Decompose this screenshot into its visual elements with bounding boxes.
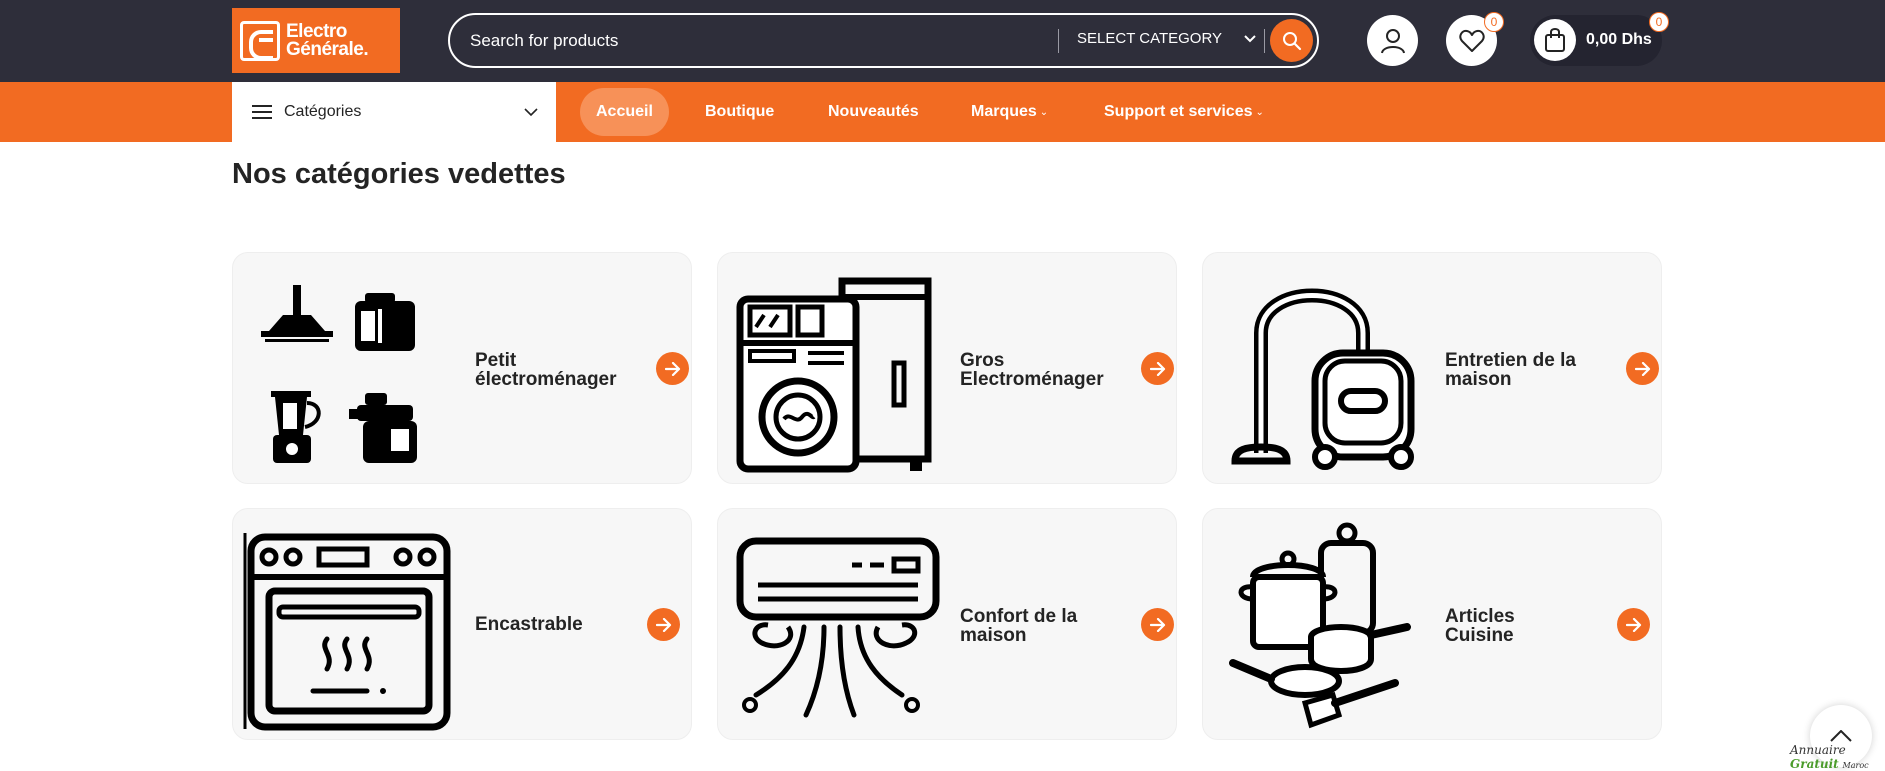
logo-mark-icon xyxy=(240,20,280,61)
top-header: Electro Générale. SELECT CATEGORY 0 0,00… xyxy=(0,0,1885,82)
nav-item-label: Marques xyxy=(971,103,1037,120)
chevron-up-icon xyxy=(1830,730,1852,742)
category-name-line: électroménager xyxy=(475,369,617,390)
category-name: Encastrable xyxy=(475,615,645,634)
nav-item-accueil[interactable]: Accueil xyxy=(580,88,669,136)
category-name: Entretien de la maison xyxy=(1445,351,1615,389)
hamburger-menu-icon xyxy=(252,105,272,119)
nav-item-label: Nouveautés xyxy=(828,103,919,120)
nav-item-label: Boutique xyxy=(705,103,775,120)
category-card-confort-maison[interactable]: Confort de la maison xyxy=(717,508,1177,740)
account-button[interactable] xyxy=(1367,15,1418,66)
cart-total: 0,00 Dhs xyxy=(1586,31,1652,48)
watermark-text: Gratuit xyxy=(1790,757,1839,771)
logo-line-2: Générale. xyxy=(286,38,369,60)
arrow-right-icon[interactable] xyxy=(1617,608,1650,641)
watermark-text: Annuaire xyxy=(1790,743,1846,757)
category-name: Gros Electroménager xyxy=(960,351,1130,389)
categories-dropdown[interactable]: Catégories xyxy=(232,82,556,142)
search-icon xyxy=(1282,31,1301,50)
watermark-text: Maroc xyxy=(1842,761,1869,770)
vacuum-cleaner-icon xyxy=(1231,288,1415,470)
arrow-right-icon[interactable] xyxy=(1141,608,1174,641)
chevron-down-icon xyxy=(1244,34,1256,42)
nav-item-label: Accueil xyxy=(596,103,653,120)
cart-button[interactable]: 0,00 Dhs xyxy=(1530,15,1662,66)
nav-item-support[interactable]: Support et services ⌄ xyxy=(1104,88,1264,136)
category-name-line: Petit xyxy=(475,350,517,371)
category-name-line: Confort de la xyxy=(960,606,1078,627)
search-button[interactable] xyxy=(1270,19,1313,62)
category-name-line: Articles xyxy=(1445,606,1515,627)
logo-line-1: Electro xyxy=(286,20,347,42)
category-name: Articles Cuisine xyxy=(1445,607,1615,645)
category-select[interactable]: SELECT CATEGORY xyxy=(1077,30,1256,47)
search-divider-2 xyxy=(1264,29,1265,53)
site-logo[interactable]: Electro Générale. xyxy=(232,8,400,73)
category-name-line: Entretien de la xyxy=(1445,350,1576,371)
category-select-label: SELECT CATEGORY xyxy=(1077,30,1223,47)
oven-icon xyxy=(243,533,451,731)
wishlist-count-badge: 0 xyxy=(1484,12,1504,32)
category-name-line: maison xyxy=(1445,369,1512,390)
small-appliances-icon xyxy=(261,285,417,463)
heart-icon xyxy=(1458,29,1485,52)
search-bar: SELECT CATEGORY xyxy=(448,13,1319,68)
category-card-gros-electromenager[interactable]: Gros Electroménager xyxy=(717,252,1177,484)
cart-count-badge: 0 xyxy=(1649,12,1669,32)
arrow-right-icon[interactable] xyxy=(647,608,680,641)
large-appliances-icon xyxy=(736,277,932,473)
category-name: Petit électroménager xyxy=(475,351,645,389)
category-name: Confort de la maison xyxy=(960,607,1130,645)
page-title: Nos catégories vedettes xyxy=(232,158,566,190)
search-divider xyxy=(1058,29,1059,53)
category-name-line: maison xyxy=(960,625,1027,646)
chevron-down-icon: ⌄ xyxy=(1255,106,1264,118)
main-navigation: Catégories Accueil Boutique Nouveautés M… xyxy=(0,82,1885,142)
nav-item-marques[interactable]: Marques ⌄ xyxy=(971,88,1048,136)
category-card-encastrable[interactable]: Encastrable xyxy=(232,508,692,740)
category-card-articles-cuisine[interactable]: Articles Cuisine xyxy=(1202,508,1662,740)
air-conditioner-icon xyxy=(736,537,940,718)
watermark: Annuaire Gratuit Maroc xyxy=(1790,743,1885,771)
cookware-icon xyxy=(1229,522,1411,729)
category-card-entretien-maison[interactable]: Entretien de la maison xyxy=(1202,252,1662,484)
category-name-line: Cuisine xyxy=(1445,625,1514,646)
nav-item-label: Support et services xyxy=(1104,103,1253,120)
categories-dropdown-label: Catégories xyxy=(284,103,362,120)
arrow-right-icon[interactable] xyxy=(656,352,689,385)
arrow-right-icon[interactable] xyxy=(1141,352,1174,385)
nav-item-boutique[interactable]: Boutique xyxy=(705,88,774,136)
chevron-down-icon xyxy=(524,107,538,116)
shopping-bag-icon xyxy=(1545,28,1565,52)
category-name-line: Encastrable xyxy=(475,614,583,635)
category-name-line: Gros xyxy=(960,350,1005,371)
nav-item-nouveautes[interactable]: Nouveautés xyxy=(828,88,919,136)
category-name-line: Electroménager xyxy=(960,369,1104,390)
arrow-right-icon[interactable] xyxy=(1626,352,1659,385)
search-input[interactable] xyxy=(470,26,1060,56)
category-card-petit-electromenager[interactable]: Petit électroménager xyxy=(232,252,692,484)
chevron-down-icon: ⌄ xyxy=(1039,106,1049,118)
user-icon xyxy=(1380,28,1405,53)
